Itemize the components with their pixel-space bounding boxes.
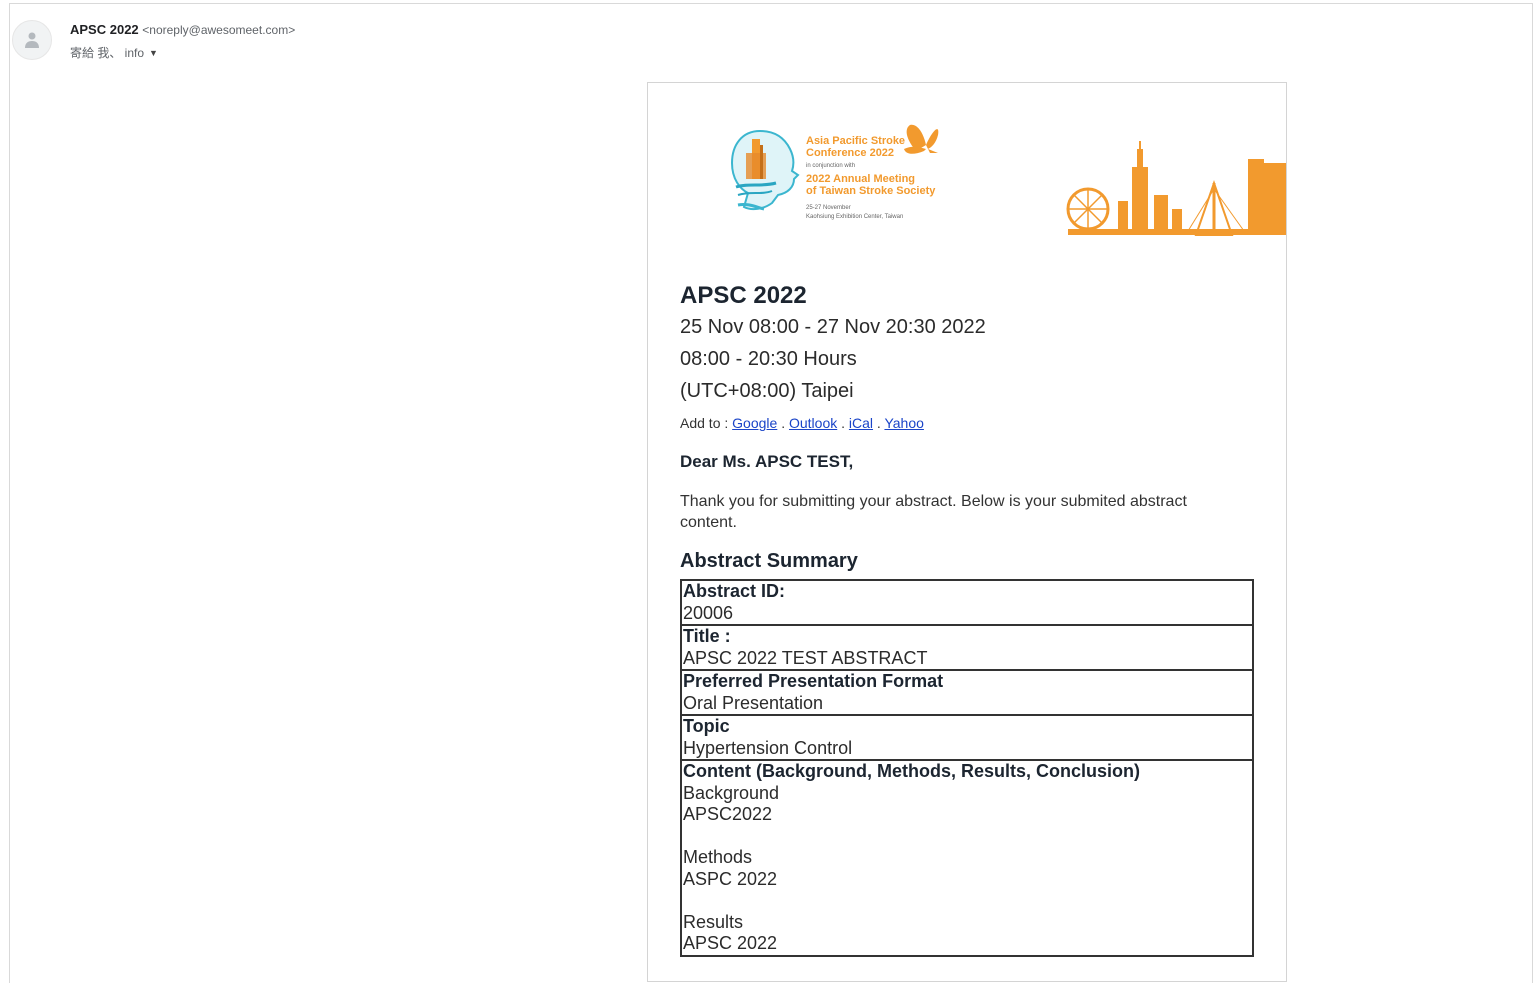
banner-line-5: of Taiwan Stroke Society [806,185,936,197]
conference-logo [730,129,800,211]
event-hours: 08:00 - 20:30 Hours [680,348,857,370]
sender-avatar[interactable] [12,20,52,60]
table-row: Preferred Presentation Format Oral Prese… [680,669,1254,716]
banner-line-2: Conference 2022 [806,147,894,159]
section-heading: Background [683,782,780,803]
city-skyline [1066,141,1286,236]
separator: . [841,415,846,431]
sender-name[interactable]: APSC 2022 [70,22,139,37]
banner-line-6: 25-27 November [806,205,851,211]
abstract-summary-heading: Abstract Summary [680,550,858,572]
message-body: Thank you for submitting your abstract. … [680,493,1187,531]
separator: . [781,415,786,431]
google-calendar-link[interactable]: Google [732,415,777,431]
topic-value: Hypertension Control [683,737,853,758]
table-row: Content (Background, Methods, Results, C… [680,759,1254,957]
title-label: Title : [683,626,731,646]
abstract-id-value: 20006 [683,602,734,623]
yahoo-calendar-link[interactable]: Yahoo [884,415,923,431]
section-text: APSC 2022 [683,933,778,953]
section-heading: Results [683,911,744,932]
topic-label: Topic [683,716,730,736]
table-cell: Preferred Presentation Format Oral Prese… [680,669,1254,716]
table-row: Topic Hypertension Control [680,714,1254,761]
greeting: Dear Ms. APSC TEST, [680,452,854,471]
person-icon [25,32,39,48]
sender-line: APSC 2022 <noreply@awesomeet.com> [70,22,295,37]
butterfly-icon [904,124,939,154]
abstract-table: Abstract ID: 20006 Title : APSC 2022 TES… [680,579,1254,957]
add-to-label: Add to : [680,415,729,431]
table-cell: Abstract ID: 20006 [680,579,1254,626]
add-to-calendar: Add to : Google . Outlook . iCal . Yahoo [680,413,1260,433]
table-row: Title : APSC 2022 TEST ABSTRACT [680,624,1254,671]
section-text: APSC2022 [683,804,773,824]
table-cell: Topic Hypertension Control [680,714,1254,761]
event-timezone: (UTC+08:00) Taipei [680,380,854,402]
chevron-down-icon[interactable]: ▼ [149,48,158,58]
event-title: APSC 2022 [680,282,807,309]
banner-line-7: Kaohsiung Exhibition Center, Taiwan [806,214,903,220]
format-label: Preferred Presentation Format [683,671,944,691]
email-content: APSC 2022 25 Nov 08:00 - 27 Nov 20:30 20… [680,281,1260,957]
banner-line-3: in conjunction with [806,163,855,169]
conference-banner: Asia Pacific Stroke Conference 2022 in c… [730,124,1286,236]
abstract-id-label: Abstract ID: [683,581,786,601]
section-text: ASPC 2022 [683,868,778,889]
table-row: Abstract ID: 20006 [680,579,1254,626]
sender-email: <noreply@awesomeet.com> [142,23,296,37]
banner-line-1: Asia Pacific Stroke [806,135,905,147]
table-cell: Title : APSC 2022 TEST ABSTRACT [680,624,1254,671]
section-heading: Methods [683,847,753,867]
content-label: Content (Background, Methods, Results, C… [683,761,1141,781]
ical-calendar-link[interactable]: iCal [849,415,873,431]
recipients-line[interactable]: 寄給 我、 info ▼ [70,44,158,61]
event-dates: 25 Nov 08:00 - 27 Nov 20:30 2022 [680,316,986,338]
recipients-text: 寄給 我、 info [70,46,145,60]
table-cell: Content (Background, Methods, Results, C… [680,759,1254,957]
banner-line-4: 2022 Annual Meeting [806,173,915,185]
separator: . [876,415,881,431]
title-value: APSC 2022 TEST ABSTRACT [683,647,928,668]
format-value: Oral Presentation [683,692,824,713]
outlook-calendar-link[interactable]: Outlook [789,415,837,431]
email-body-card: Asia Pacific Stroke Conference 2022 in c… [647,82,1287,982]
